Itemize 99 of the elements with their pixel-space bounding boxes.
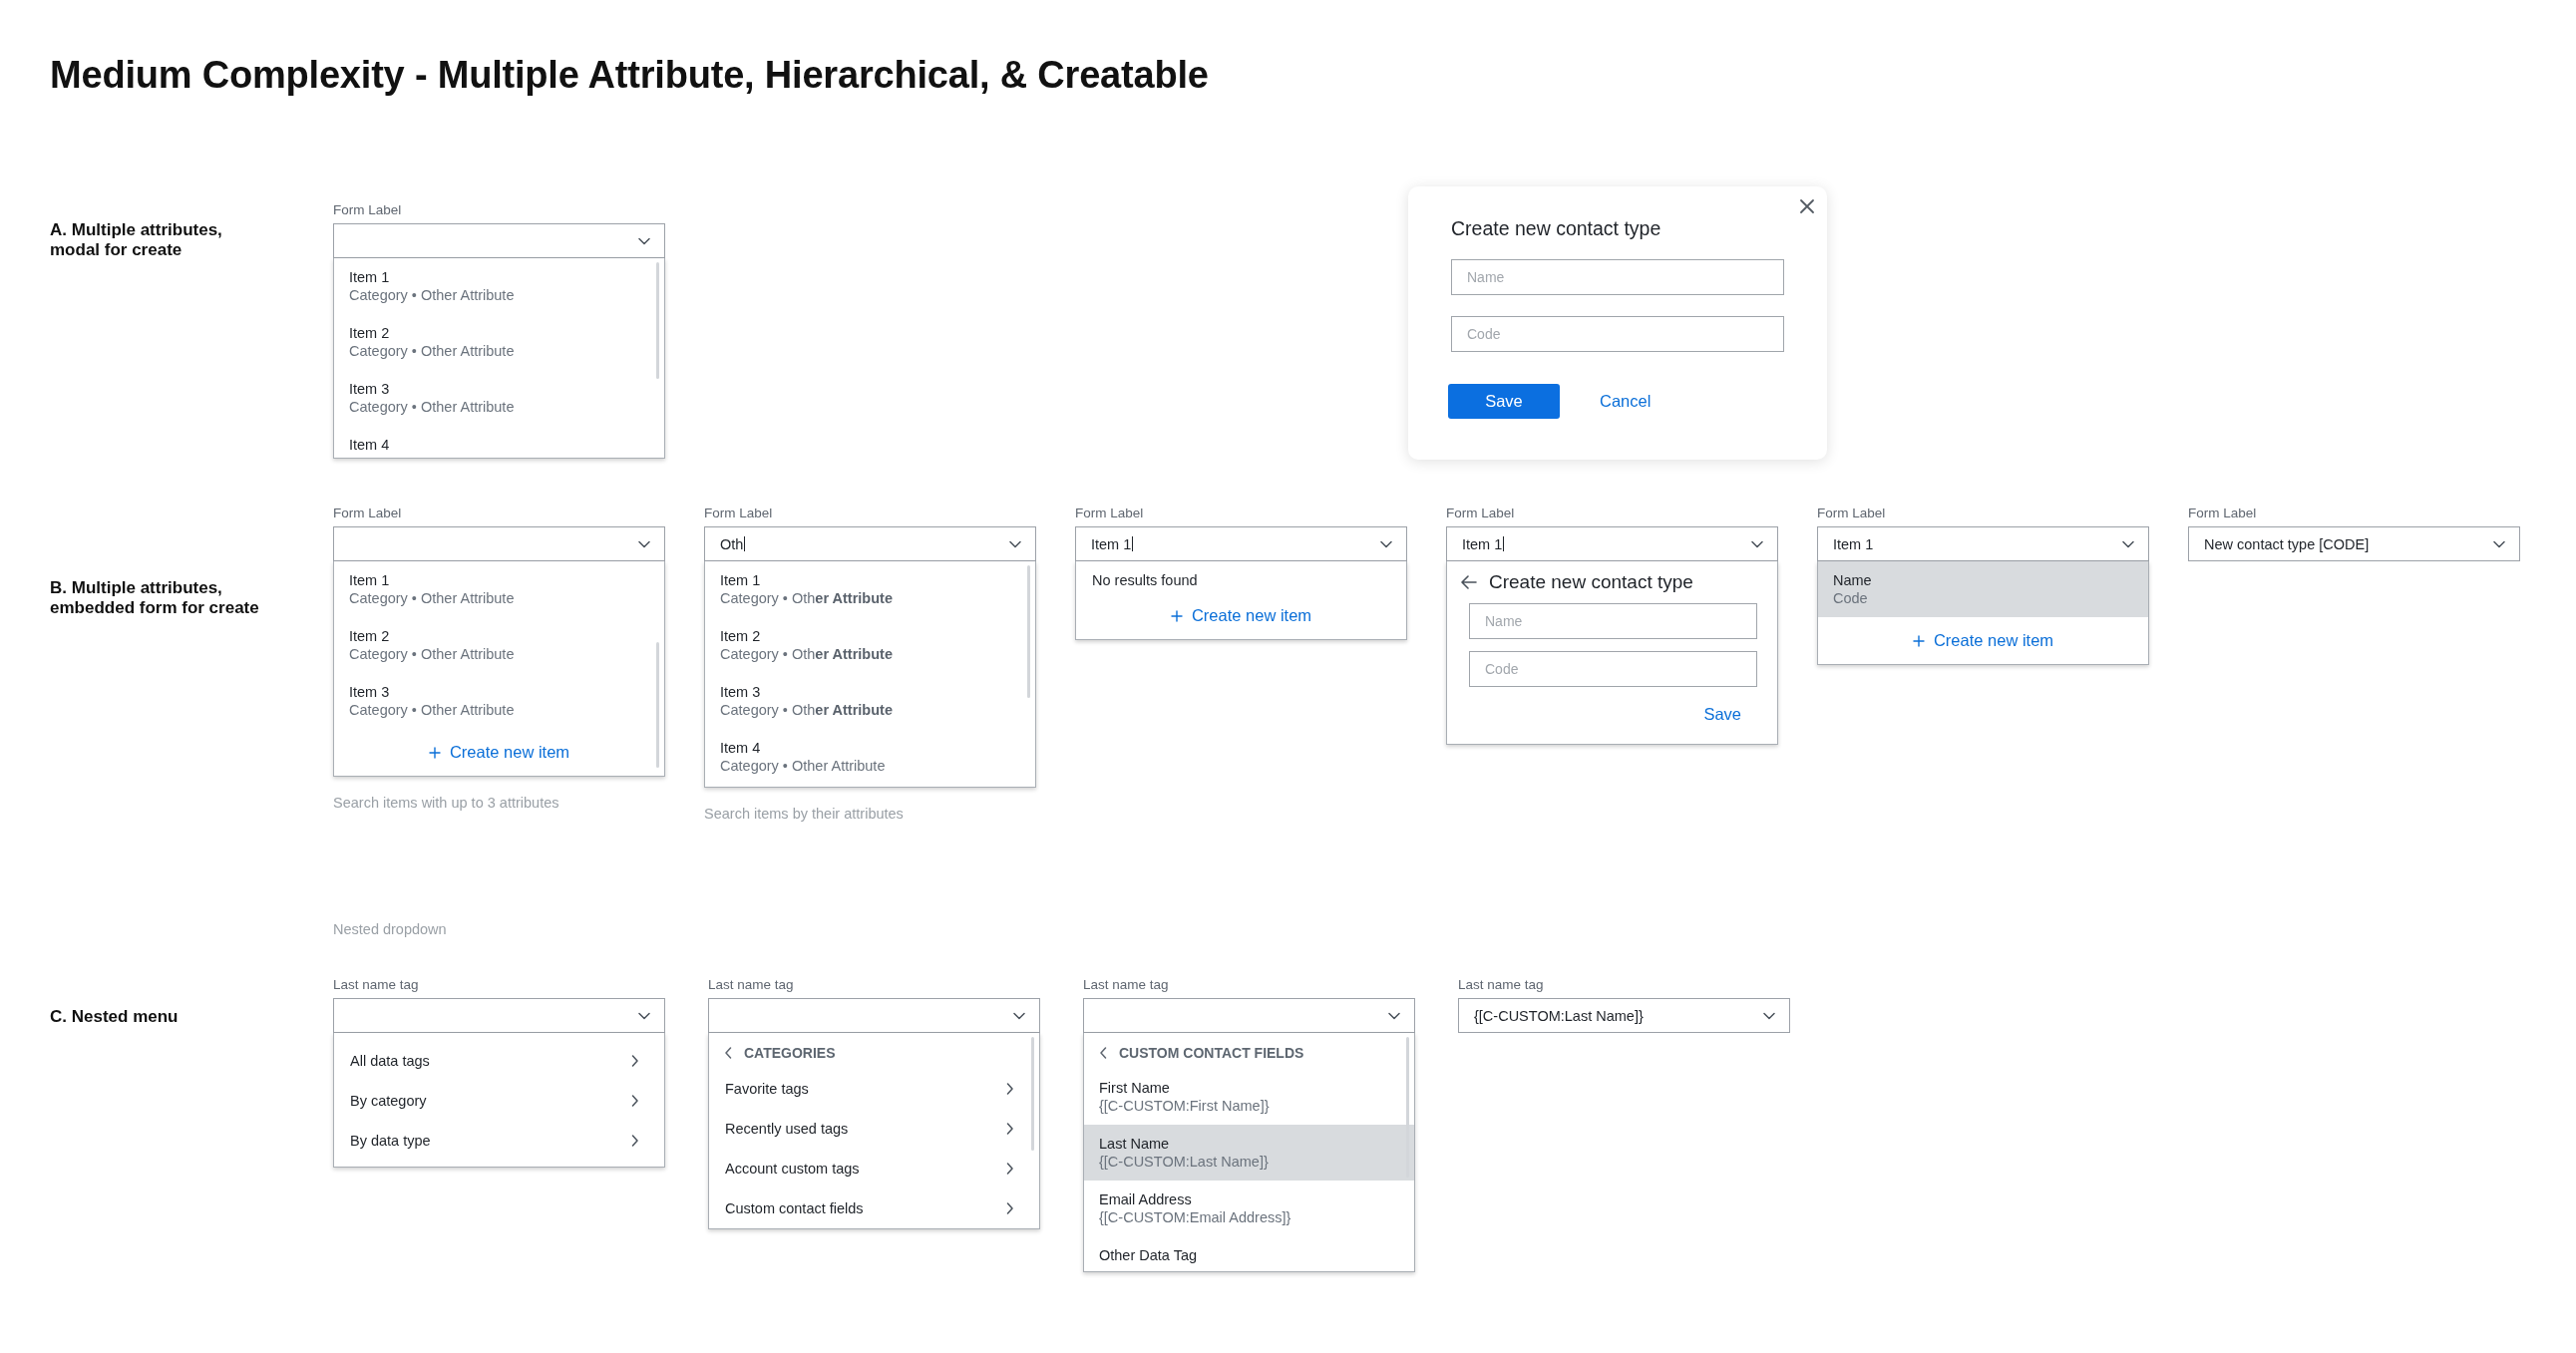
menu-option[interactable]: Item 1 Category • Other Attribute — [705, 561, 1035, 617]
menu-option[interactable]: First Name {[C-CUSTOM:First Name]} — [1084, 1069, 1414, 1125]
form-label: Form Label — [1446, 506, 1516, 520]
menu-item[interactable]: By data type — [334, 1121, 664, 1161]
menu-item[interactable]: Account custom tags — [709, 1149, 1039, 1188]
chevron-down-icon — [638, 236, 650, 245]
back-arrow-icon — [1461, 575, 1477, 589]
form-label: Last name tag — [1083, 977, 1170, 992]
form-label: Last name tag — [1458, 977, 1545, 992]
chevron-down-icon — [2493, 539, 2505, 548]
input-field[interactable]: Name — [1451, 259, 1784, 295]
create-new-item-link[interactable]: Create new item — [428, 743, 570, 762]
chevron-down-icon — [1013, 1011, 1025, 1020]
chevron-down-icon — [2122, 539, 2134, 548]
chevron-right-icon — [1006, 1163, 1013, 1175]
form-label: Form Label — [333, 202, 403, 217]
plus-icon — [1912, 634, 1925, 647]
text-cursor — [1503, 536, 1505, 551]
menu-item[interactable]: By category — [334, 1081, 664, 1121]
menu-option[interactable]: Item 2 Category • Other Attribute — [705, 617, 1035, 673]
save-link[interactable]: Save — [1703, 705, 1741, 724]
chevron-left-icon — [1100, 1047, 1107, 1059]
helper-text: Search items by their attributes — [704, 806, 905, 822]
create-new-item-link[interactable]: Create new item — [1170, 606, 1312, 625]
select-field[interactable] — [333, 998, 665, 1033]
select-field[interactable]: Oth — [704, 526, 1036, 561]
text-cursor — [744, 536, 746, 551]
chevron-down-icon — [1763, 1011, 1775, 1020]
menu-option[interactable]: Item 1 Category • Other Attribute — [334, 258, 664, 314]
chevron-right-icon — [631, 1135, 638, 1147]
section-note: Nested dropdown — [333, 921, 448, 937]
page-title: Medium Complexity - Multiple Attribute, Hierarchical, & Creatable — [50, 54, 1210, 97]
select-field[interactable] — [708, 998, 1040, 1033]
select-field[interactable]: Item 1 — [1817, 526, 2149, 561]
menu-option[interactable]: Other Data Tag — [1084, 1236, 1414, 1271]
section-label: C. Nested menu — [50, 1007, 180, 1027]
menu-item[interactable]: Custom contact fields — [709, 1188, 1039, 1228]
form-label: Form Label — [2188, 506, 2258, 520]
form-label: Last name tag — [708, 977, 795, 992]
menu-option[interactable]: Last Name {[C-CUSTOM:Last Name]} — [1084, 1125, 1414, 1181]
text-cursor — [1132, 536, 1134, 551]
form-label: Form Label — [704, 506, 774, 520]
menu-item[interactable]: All data tags — [334, 1041, 664, 1081]
menu-option[interactable]: Item 3 Category • Other Attribute — [334, 370, 664, 426]
select-field[interactable]: {[C-CUSTOM:Last Name]} — [1458, 998, 1790, 1033]
select-field[interactable]: Item 1 — [1446, 526, 1778, 561]
chevron-down-icon — [638, 539, 650, 548]
form-label: Form Label — [333, 506, 403, 520]
back-button[interactable] — [1100, 1047, 1107, 1059]
input-field[interactable]: Code — [1469, 651, 1757, 687]
select-field[interactable] — [1083, 998, 1415, 1033]
chevron-right-icon — [631, 1095, 638, 1107]
cancel-link[interactable]: Cancel — [1600, 392, 1652, 411]
section-label: A. Multiple attributes, modal for create — [50, 220, 223, 260]
menu-option[interactable]: Item 2 Category • Other Attribute — [334, 617, 664, 673]
menu-option[interactable]: Item 4 — [334, 426, 664, 458]
menu-item[interactable]: Recently used tags — [709, 1109, 1039, 1149]
chevron-down-icon — [1380, 539, 1392, 548]
menu-option[interactable]: Name Code — [1818, 561, 2148, 617]
chevron-right-icon — [1006, 1123, 1013, 1135]
select-field[interactable]: New contact type [CODE] — [2188, 526, 2520, 561]
menu-option[interactable]: Email Address {[C-CUSTOM:Email Address]} — [1084, 1181, 1414, 1236]
helper-text: Search items with up to 3 attributes — [333, 795, 560, 811]
menu-heading: CATEGORIES — [744, 1045, 836, 1061]
input-field[interactable]: Code — [1451, 316, 1784, 352]
chevron-left-icon — [725, 1047, 732, 1059]
back-button[interactable] — [1461, 575, 1477, 589]
chevron-down-icon — [1009, 539, 1021, 548]
input-field[interactable]: Name — [1469, 603, 1757, 639]
form-label: Last name tag — [333, 977, 420, 992]
chevron-right-icon — [631, 1055, 638, 1067]
save-button[interactable]: Save — [1448, 384, 1560, 419]
form-label: Form Label — [1817, 506, 1887, 520]
no-results-text: No results found — [1091, 571, 1199, 590]
plus-icon — [428, 746, 441, 759]
plus-icon — [1170, 609, 1183, 622]
menu-option[interactable]: Item 2 Category • Other Attribute — [334, 314, 664, 370]
chevron-down-icon — [1751, 539, 1763, 548]
select-field[interactable]: Item 1 — [1075, 526, 1407, 561]
menu-option[interactable]: Item 1 Category • Other Attribute — [334, 561, 664, 617]
menu-heading: CUSTOM CONTACT FIELDS — [1119, 1045, 1304, 1061]
menu-option[interactable]: Item 4 Category • Other Attribute — [705, 729, 1035, 785]
menu-item[interactable]: Favorite tags — [709, 1069, 1039, 1109]
form-title: Create new contact type — [1489, 571, 1693, 593]
select-field[interactable] — [333, 223, 665, 258]
back-button[interactable] — [725, 1047, 732, 1059]
create-new-item-link[interactable]: Create new item — [1912, 631, 2054, 650]
section-label: B. Multiple attributes, embedded form for create — [50, 578, 260, 618]
form-label: Form Label — [1075, 506, 1145, 520]
close-button[interactable] — [1799, 198, 1815, 214]
select-field[interactable] — [333, 526, 665, 561]
chevron-down-icon — [638, 1011, 650, 1020]
menu-option[interactable]: Item 3 Category • Other Attribute — [334, 673, 664, 729]
chevron-down-icon — [1388, 1011, 1400, 1020]
chevron-right-icon — [1006, 1083, 1013, 1095]
modal-title: Create new contact type — [1451, 217, 1662, 239]
close-icon — [1799, 198, 1815, 214]
menu-option[interactable]: Item 3 Category • Other Attribute — [705, 673, 1035, 729]
chevron-right-icon — [1006, 1202, 1013, 1214]
